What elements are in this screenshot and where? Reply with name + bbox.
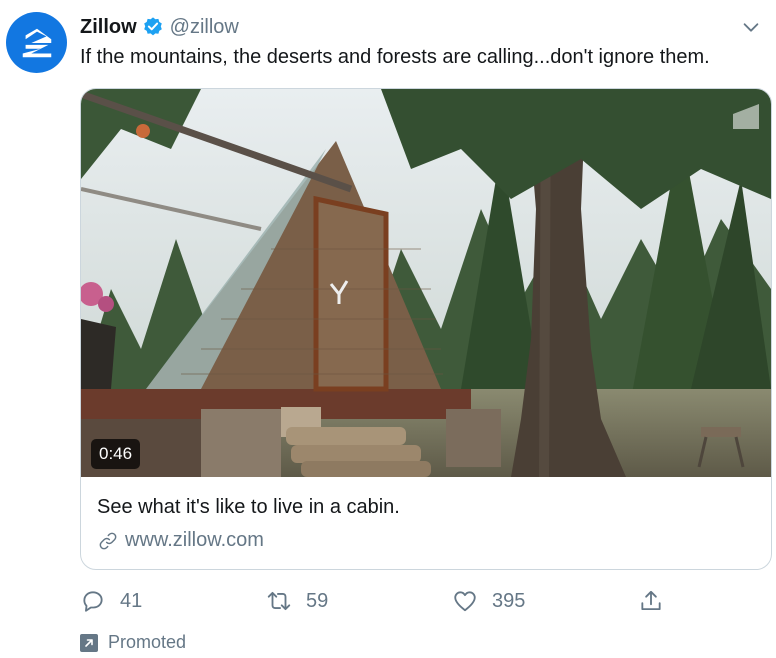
retweet-count: 59 <box>306 589 329 612</box>
card-link-text: www.zillow.com <box>125 529 264 551</box>
verified-badge-icon <box>143 17 162 36</box>
share-button[interactable] <box>638 588 678 614</box>
like-count: 395 <box>492 589 526 612</box>
tweet-text: If the mountains, the deserts and forest… <box>80 46 710 68</box>
video-thumbnail <box>81 89 771 477</box>
account-name[interactable]: Zillow <box>80 16 137 39</box>
reply-count: 41 <box>120 589 143 612</box>
card-link[interactable]: www.zillow.com <box>97 529 264 552</box>
avatar[interactable] <box>6 12 67 73</box>
share-icon <box>641 590 661 611</box>
like-button[interactable]: 395 <box>452 588 525 614</box>
tweet-actions: 41 59 395 <box>80 588 680 614</box>
account-handle[interactable]: @zillow <box>170 16 239 39</box>
tweet-header: Zillow @zillow <box>80 14 766 40</box>
link-card[interactable]: 0:46 See what it's like to live in a cab… <box>80 88 772 570</box>
video-duration: 0:46 <box>91 439 141 469</box>
video-player[interactable]: 0:46 <box>81 89 771 477</box>
link-icon <box>99 532 117 549</box>
chevron-down-icon[interactable] <box>740 16 762 38</box>
promoted-icon <box>80 633 98 652</box>
retweet-button[interactable]: 59 <box>266 588 328 614</box>
promoted-indicator: Promoted <box>80 632 186 653</box>
reply-button[interactable]: 41 <box>80 588 142 614</box>
reply-icon <box>83 591 103 612</box>
card-title[interactable]: See what it's like to live in a cabin. <box>97 496 400 519</box>
zillow-logo <box>22 28 51 57</box>
promoted-label: Promoted <box>108 632 187 652</box>
retweet-icon <box>267 591 291 611</box>
like-icon <box>454 591 476 612</box>
